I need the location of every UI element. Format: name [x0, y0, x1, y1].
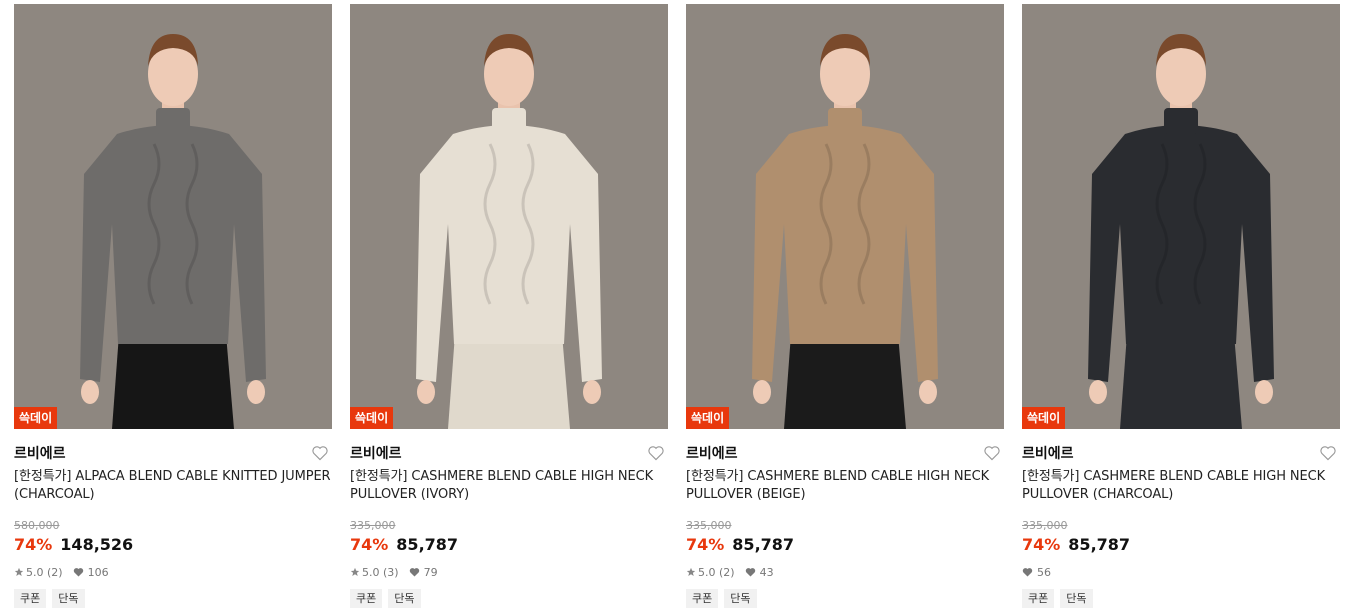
tag-list: 쿠폰 단독	[686, 589, 1004, 608]
model-photo	[686, 4, 1004, 429]
tag-chip: 쿠폰	[1022, 589, 1055, 608]
tag-chip: 쿠폰	[686, 589, 719, 608]
sale-badge: 쓱데이	[14, 407, 58, 429]
brand-name[interactable]: 르비에르	[14, 443, 66, 463]
discount-rate: 74%	[14, 535, 53, 554]
brand-name[interactable]: 르비에르	[686, 443, 738, 463]
sale-price: 148,526	[60, 535, 134, 554]
sale-badge: 쓱데이	[350, 407, 394, 429]
product-card[interactable]: 쓱데이 르비에르 [한정특가] CASHMERE BLEND CABLE HIG…	[350, 4, 668, 608]
product-image[interactable]: 쓱데이	[350, 4, 668, 429]
review-meta: 5.0 (2) 43	[686, 562, 1004, 582]
product-card[interactable]: 쓱데이 르비에르 [한정특가] CASHMERE BLEND CABLE HIG…	[686, 4, 1004, 608]
wishlist-heart-icon[interactable]	[311, 445, 329, 461]
sale-badge: 쓱데이	[1022, 407, 1066, 429]
original-price: 580,000	[14, 519, 60, 532]
like-count: 79	[423, 565, 438, 579]
like-count: 56	[1037, 565, 1051, 579]
wishlist-heart-icon[interactable]	[647, 445, 665, 461]
like-heart-icon	[409, 568, 419, 577]
product-title[interactable]: [한정특가] ALPACA BLEND CABLE KNITTED JUMPER…	[14, 468, 332, 504]
discount-rate: 74%	[1022, 535, 1061, 554]
wishlist-heart-icon[interactable]	[983, 445, 1001, 461]
tag-list: 쿠폰 단독	[350, 589, 668, 608]
brand-name[interactable]: 르비에르	[1022, 443, 1074, 463]
product-image[interactable]: 쓱데이	[14, 4, 332, 429]
product-card[interactable]: 쓱데이 르비에르 [한정특가] CASHMERE BLEND CABLE HIG…	[1022, 4, 1340, 608]
tag-chip: 단독	[388, 589, 421, 608]
star-icon	[350, 567, 360, 576]
review-meta: 5.0 (2) 106	[14, 562, 332, 582]
sale-price: 85,787	[1068, 535, 1131, 554]
star-icon	[14, 567, 24, 576]
discount-rate: 74%	[686, 535, 725, 554]
tag-chip: 단독	[1060, 589, 1093, 608]
original-price: 335,000	[350, 519, 396, 532]
original-price: 335,000	[686, 519, 732, 532]
product-card[interactable]: 쓱데이 르비에르 [한정특가] ALPACA BLEND CABLE KNITT…	[14, 4, 332, 608]
tag-list: 쿠폰 단독	[14, 589, 332, 608]
model-photo	[350, 4, 668, 429]
like-heart-icon	[1022, 568, 1033, 577]
wishlist-heart-icon[interactable]	[1319, 445, 1337, 461]
review-meta: 5.0 (3) 79	[350, 562, 668, 582]
brand-name[interactable]: 르비에르	[350, 443, 402, 463]
original-price: 335,000	[1022, 519, 1068, 532]
model-photo	[1022, 4, 1340, 429]
rating-text: 5.0 (2)	[26, 565, 63, 579]
tag-list: 쿠폰 단독	[1022, 589, 1340, 608]
product-title[interactable]: [한정특가] CASHMERE BLEND CABLE HIGH NECK PU…	[1022, 468, 1340, 504]
product-image[interactable]: 쓱데이	[686, 4, 1004, 429]
star-icon	[686, 567, 696, 576]
product-title[interactable]: [한정특가] CASHMERE BLEND CABLE HIGH NECK PU…	[350, 468, 668, 504]
discount-rate: 74%	[350, 535, 389, 554]
sale-price: 85,787	[396, 535, 459, 554]
product-grid: 쓱데이 르비에르 [한정특가] ALPACA BLEND CABLE KNITT…	[14, 4, 1340, 608]
product-title[interactable]: [한정특가] CASHMERE BLEND CABLE HIGH NECK PU…	[686, 468, 1004, 504]
sale-badge: 쓱데이	[686, 407, 730, 429]
product-image[interactable]: 쓱데이	[1022, 4, 1340, 429]
like-count: 43	[759, 565, 774, 579]
sale-price: 85,787	[732, 535, 795, 554]
tag-chip: 쿠폰	[350, 589, 383, 608]
rating-text: 5.0 (3)	[362, 565, 399, 579]
like-heart-icon	[745, 568, 755, 577]
like-count: 106	[87, 565, 109, 579]
like-heart-icon	[73, 568, 83, 577]
rating-text: 5.0 (2)	[698, 565, 735, 579]
review-meta: 56	[1022, 562, 1340, 582]
tag-chip: 쿠폰	[14, 589, 47, 608]
tag-chip: 단독	[724, 589, 757, 608]
tag-chip: 단독	[52, 589, 85, 608]
model-photo	[14, 4, 332, 429]
